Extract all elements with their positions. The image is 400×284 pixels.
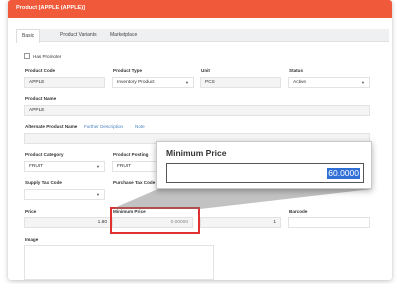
minimum-price-selected-value: 60.0000 [327,168,360,179]
minimum-price-input[interactable]: 60.0000 [166,163,364,183]
minimum-price-zoom-popup: Minimum Price 60.0000 [156,141,372,189]
popup-title: Minimum Price [166,148,227,158]
page: Product [APPLE (APPLE)] Basic Product Va… [0,0,400,284]
zoom-connector-shape [112,189,372,209]
